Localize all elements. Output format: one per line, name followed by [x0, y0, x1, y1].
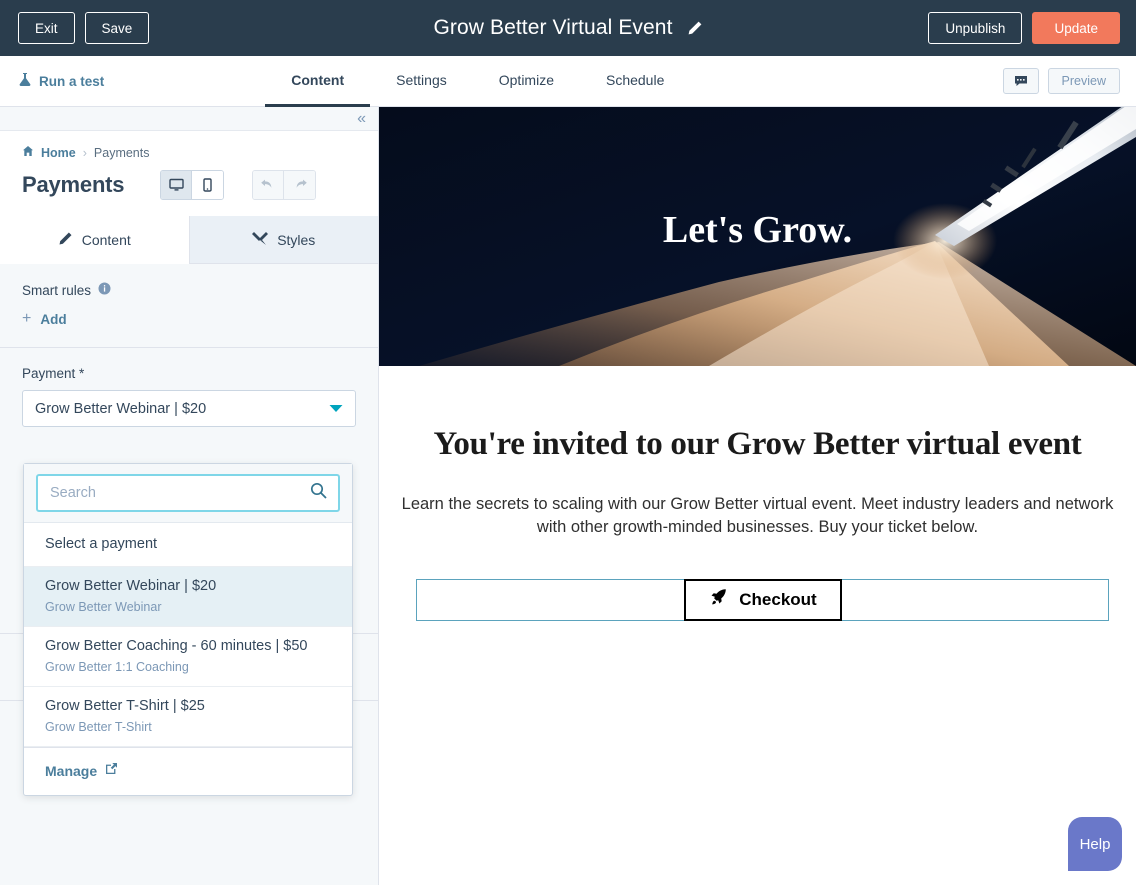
dropdown-option-title: Grow Better T-Shirt | $25 [45, 698, 205, 714]
dropdown-option-webinar[interactable]: Grow Better Webinar | $20 Grow Better We… [24, 567, 352, 627]
help-button[interactable]: Help [1068, 817, 1122, 871]
dropdown-option-placeholder[interactable]: Select a payment [24, 523, 352, 567]
add-smart-rule-label: Add [40, 311, 67, 327]
tab-schedule[interactable]: Schedule [580, 56, 690, 107]
primary-nav: Run a test Content Settings Optimize Sch… [0, 56, 1136, 107]
nav-tabs: Content Settings Optimize Schedule [265, 56, 690, 107]
payment-select[interactable]: Grow Better Webinar | $20 [22, 390, 356, 427]
hero-section: Let's Grow. [379, 107, 1136, 366]
sidebar-tab-content[interactable]: Content [0, 216, 189, 264]
dropdown-option-title: Select a payment [45, 536, 158, 552]
dropdown-search-wrap [24, 464, 352, 523]
page-preview: Let's Grow. You're invited to our Grow B… [379, 107, 1136, 885]
top-toolbar: Exit Save Grow Better Virtual Event Unpu… [0, 0, 1136, 56]
dropdown-option-subtitle: Grow Better Webinar [45, 600, 162, 614]
breadcrumb-home[interactable]: Home [41, 146, 76, 160]
dropdown-option-title: Grow Better Coaching - 60 minutes | $50 [45, 638, 308, 654]
tab-optimize[interactable]: Optimize [473, 56, 580, 107]
payment-field-block: Payment * Grow Better Webinar | $20 [0, 348, 378, 427]
invite-title: You're invited to our Grow Better virtua… [433, 426, 1082, 462]
smart-rules-section: Smart rules + Add [0, 264, 378, 348]
sidebar-header: Home › Payments Payments [0, 131, 378, 216]
plus-icon: + [22, 310, 32, 327]
preview-button[interactable]: Preview [1047, 68, 1120, 94]
dropdown-option-coaching[interactable]: Grow Better Coaching - 60 minutes | $50 … [24, 627, 352, 687]
unpublish-button[interactable]: Unpublish [928, 12, 1023, 44]
hero-title: Let's Grow. [662, 208, 853, 251]
desktop-icon[interactable] [161, 171, 193, 199]
payment-select-value: Grow Better Webinar | $20 [35, 400, 207, 417]
mobile-icon[interactable] [192, 171, 224, 199]
search-icon[interactable] [310, 482, 327, 504]
sidebar-title: Payments [22, 172, 125, 197]
comment-icon[interactable] [1002, 68, 1039, 94]
add-smart-rule-button[interactable]: + Add [22, 311, 356, 327]
search-input[interactable] [50, 485, 310, 501]
tab-settings[interactable]: Settings [370, 56, 473, 107]
dropdown-footer: Manage [24, 747, 352, 795]
sidebar-title-row: Payments [22, 170, 356, 216]
payment-field-label: Payment * [22, 366, 85, 381]
manage-link[interactable]: Manage [45, 763, 97, 779]
top-toolbar-right: Unpublish Update [928, 12, 1136, 44]
nav-right-actions: Preview [1002, 68, 1136, 94]
breadcrumb-separator: › [82, 145, 87, 160]
breadcrumb: Home › Payments [22, 145, 356, 160]
rocket-icon [708, 587, 728, 612]
payment-dropdown-panel: Select a payment Grow Better Webinar | $… [23, 463, 353, 796]
dropdown-option-tshirt[interactable]: Grow Better T-Shirt | $25 Grow Better T-… [24, 687, 352, 747]
checkout-module[interactable]: Checkout [416, 578, 1109, 621]
info-icon[interactable] [98, 282, 111, 298]
run-a-test-button[interactable]: Run a test [0, 72, 104, 90]
exit-button[interactable]: Exit [18, 12, 75, 44]
sidebar-tab-styles[interactable]: Styles [188, 216, 378, 263]
undo-icon[interactable] [253, 171, 285, 199]
top-toolbar-left: Exit Save [0, 12, 150, 44]
app-root: Exit Save Grow Better Virtual Event Unpu… [0, 0, 1136, 885]
sidebar-collapse-row: « [0, 107, 378, 131]
double-chevron-left-icon[interactable]: « [357, 110, 366, 127]
redo-icon[interactable] [284, 171, 316, 199]
dropdown-search-box[interactable] [36, 474, 340, 512]
invite-body: Learn the secrets to scaling with our Gr… [401, 495, 1114, 536]
home-icon [22, 145, 34, 160]
smart-rules-label: Smart rules [22, 282, 92, 298]
sidebar-tabs: Content Styles [0, 216, 378, 264]
external-link-icon[interactable] [105, 762, 118, 780]
checkout-button-label: Checkout [739, 589, 817, 609]
preview-body: You're invited to our Grow Better virtua… [379, 366, 1136, 621]
run-a-test-label: Run a test [39, 73, 105, 89]
pencil-icon [58, 231, 73, 249]
checkout-button[interactable]: Checkout [683, 578, 842, 621]
dropdown-option-subtitle: Grow Better T-Shirt [45, 720, 152, 734]
chevron-down-icon [329, 400, 343, 418]
smart-rules-label-row: Smart rules [22, 282, 356, 298]
dropdown-option-title: Grow Better Webinar | $20 [45, 578, 217, 594]
dropdown-option-subtitle: Grow Better 1:1 Coaching [45, 660, 189, 674]
breadcrumb-current: Payments [93, 145, 150, 160]
save-button[interactable]: Save [84, 12, 150, 44]
tab-content[interactable]: Content [265, 56, 371, 107]
sidebar-tab-styles-label: Styles [277, 231, 316, 248]
device-toggle-group [160, 170, 225, 200]
page-title: Grow Better Virtual Event [433, 16, 673, 39]
brush-icon [252, 230, 269, 249]
history-group [252, 170, 317, 200]
pencil-icon[interactable] [687, 20, 703, 36]
flask-icon [18, 72, 32, 90]
update-button[interactable]: Update [1032, 12, 1120, 44]
sidebar-tab-content-label: Content [81, 231, 131, 248]
